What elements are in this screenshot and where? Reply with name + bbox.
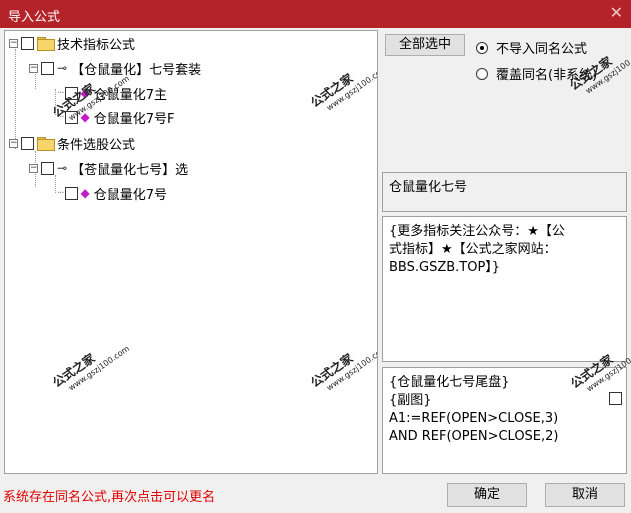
code-text: {仓鼠量化七号尾盘} {副图} A1:=REF(OPEN>CLOSE,3) AN… — [389, 375, 559, 444]
window-title: 导入公式 — [8, 10, 61, 25]
watermark: 公式之家 www.gszj100.com — [308, 343, 378, 393]
collapse-icon[interactable]: − — [29, 63, 38, 73]
formula-name-field[interactable]: 仓鼠量化七号 — [382, 172, 627, 212]
connector-icon: ··· — [57, 187, 64, 199]
tree-node-select7[interactable]: − ⊸ 【苍鼠量化七号】选 — [29, 158, 188, 178]
checkbox[interactable] — [41, 61, 54, 75]
ok-button[interactable]: 确定 — [447, 483, 527, 507]
description-text: {更多指标关注公众号：★【公 式指标】★【公式之家网站： BBS.GSZB.TO… — [389, 224, 565, 275]
key-icon: ⊸ — [57, 61, 68, 75]
folder-icon — [37, 37, 55, 51]
tree-node-label: 仓鼠量化7号 — [93, 187, 168, 203]
tree-node-label: 技术指标公式 — [57, 37, 136, 53]
formula-tree[interactable]: − 技术指标公式 − ⊸ 【仓鼠量化】七号套装 ··· ◆ 仓鼠量化7主 ···… — [4, 30, 378, 474]
checkbox[interactable] — [21, 36, 34, 50]
formula-name: 仓鼠量化七号 — [389, 180, 468, 195]
cancel-button[interactable]: 取消 — [545, 483, 625, 507]
checkbox[interactable] — [21, 136, 34, 150]
status-message: 系统存在同名公式,再次点击可以更名 — [3, 490, 216, 505]
collapse-icon[interactable]: − — [9, 138, 18, 148]
tree-node-technical[interactable]: − 技术指标公式 — [9, 33, 135, 53]
select-all-button[interactable]: 全部选中 — [385, 34, 465, 56]
title-bar: 导入公式 ✕ — [0, 0, 631, 28]
tree-node-screener[interactable]: − 条件选股公式 — [9, 133, 135, 153]
watermark: 公式之家 www.gszj100.com — [308, 63, 378, 113]
key-icon: ⊸ — [57, 161, 68, 175]
description-box[interactable]: {更多指标关注公众号：★【公 式指标】★【公式之家网站： BBS.GSZB.TO… — [382, 216, 627, 362]
formula-diamond-icon: ◆ — [80, 186, 90, 200]
checkbox[interactable] — [41, 161, 54, 175]
watermark: 公式之家 www.gszj100.com — [50, 343, 132, 393]
tree-node-label: 【仓鼠量化】七号套装 — [71, 62, 202, 78]
tree-node-label: 条件选股公式 — [57, 137, 136, 153]
skip-same-label: 不导入同名公式 — [496, 42, 588, 57]
skip-same-option[interactable]: 不导入同名公式 — [476, 38, 587, 57]
radio-selected-icon[interactable] — [476, 41, 488, 54]
tree-node-label: 【苍鼠量化七号】选 — [71, 162, 189, 178]
folder-icon — [37, 137, 55, 151]
collapse-icon[interactable]: − — [9, 38, 18, 48]
checkbox[interactable] — [64, 186, 78, 200]
tree-node-label: 仓鼠量化7号F — [93, 111, 175, 127]
tree-node-7[interactable]: ··· ◆ 仓鼠量化7号 — [57, 183, 167, 203]
collapse-icon[interactable]: − — [29, 163, 38, 173]
code-checkbox[interactable] — [609, 392, 622, 405]
code-box[interactable]: {仓鼠量化七号尾盘} {副图} A1:=REF(OPEN>CLOSE,3) AN… — [382, 345, 631, 474]
radio-icon[interactable] — [476, 67, 488, 80]
close-icon[interactable]: ✕ — [610, 4, 623, 22]
